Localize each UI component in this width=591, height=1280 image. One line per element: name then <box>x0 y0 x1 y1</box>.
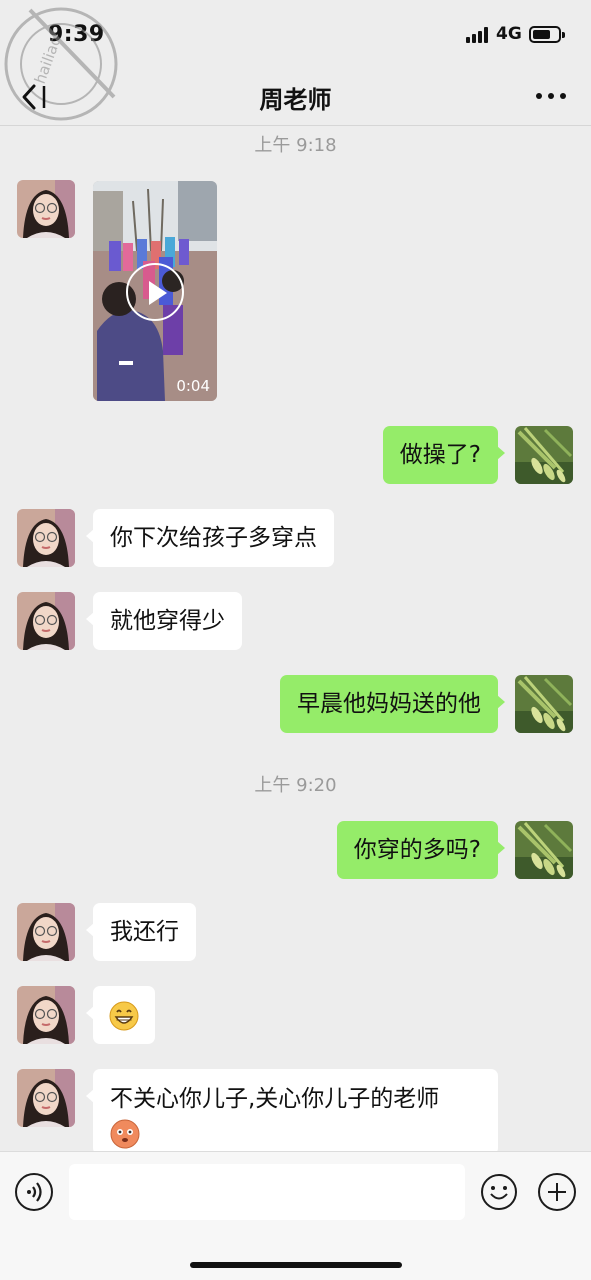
avatar-teacher[interactable] <box>17 180 75 238</box>
smile-icon <box>481 1174 517 1210</box>
message-text: 不关心你儿子,关心你儿子的老师 <box>110 1086 440 1112</box>
emoji-button[interactable] <box>480 1173 518 1211</box>
message-input[interactable] <box>69 1164 465 1220</box>
message-text: 你穿的多吗? <box>353 837 481 863</box>
voice-button[interactable] <box>15 1173 53 1211</box>
message-bubble-sent[interactable]: 你穿的多吗? <box>336 821 506 879</box>
input-bar <box>0 1151 591 1280</box>
avatar-teacher[interactable] <box>17 903 75 961</box>
voice-icon <box>27 1182 42 1202</box>
avatar-teacher[interactable] <box>17 509 75 567</box>
message-bubble-sent[interactable]: 早晨他妈妈送的他 <box>280 675 505 733</box>
plus-button[interactable] <box>538 1173 576 1211</box>
video-duration: 0:04 <box>176 377 210 395</box>
avatar-teacher[interactable] <box>17 986 75 1044</box>
message-bubble-received[interactable]: 不关心你儿子,关心你儿子的老师 <box>86 1069 498 1155</box>
message-bubble-received[interactable]: 我还行 <box>86 903 196 961</box>
message-bubble-sent[interactable]: 做操了? <box>382 426 506 484</box>
avatar-teacher[interactable] <box>17 1069 75 1127</box>
avatar-teacher[interactable] <box>17 592 75 650</box>
nav-bar: 周老师 <box>0 66 591 126</box>
message-text: 早晨他妈妈送的他 <box>297 691 481 717</box>
avatar-me[interactable] <box>515 675 573 733</box>
battery-icon <box>529 26 565 43</box>
message-bubble-received[interactable]: 就他穿得少 <box>86 592 242 650</box>
play-icon[interactable] <box>126 263 184 321</box>
video-message[interactable]: 0:04 <box>93 181 217 401</box>
avatar-me[interactable] <box>515 426 573 484</box>
message-bubble-received[interactable] <box>86 986 155 1044</box>
message-bubble-received[interactable]: 你下次给孩子多穿点 <box>86 509 334 567</box>
blush-emoji-icon <box>110 1119 140 1148</box>
signal-icon <box>466 27 490 43</box>
message-text: 你下次给孩子多穿点 <box>110 525 317 551</box>
chat-timestamp: 上午 9:18 <box>254 135 337 156</box>
message-text: 我还行 <box>110 919 179 945</box>
grin-emoji-icon <box>109 1001 139 1030</box>
home-indicator[interactable] <box>190 1262 402 1268</box>
avatar-me[interactable] <box>515 821 573 879</box>
more-options-button[interactable] <box>535 82 567 110</box>
chat-timestamp: 上午 9:20 <box>254 775 337 796</box>
message-text: 就他穿得少 <box>110 608 225 634</box>
network-label: 4G <box>496 24 522 44</box>
chat-title: 周老师 <box>259 86 332 114</box>
message-text: 做操了? <box>399 442 481 468</box>
